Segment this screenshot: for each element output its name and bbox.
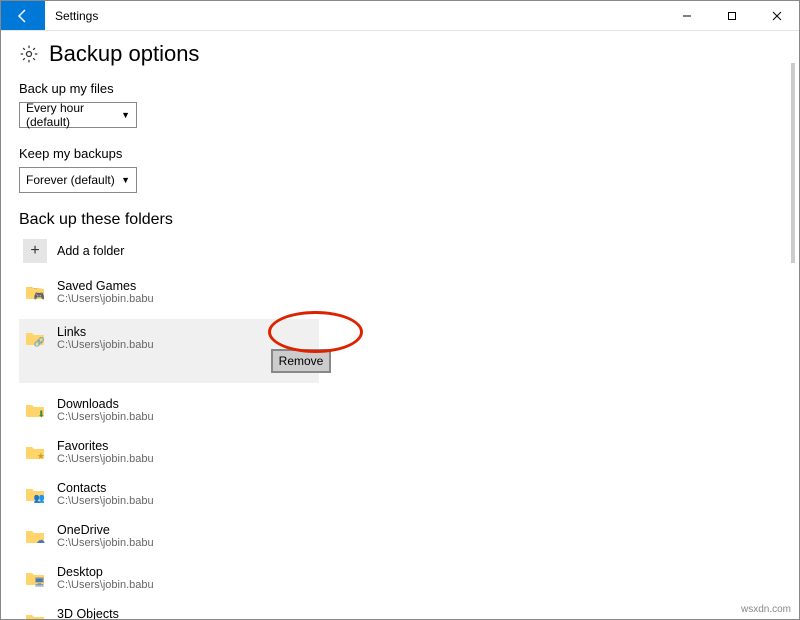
folder-icon: 🎮 (23, 280, 47, 304)
folder-row[interactable]: 🎮 Saved Games C:\Users\jobin.babu (19, 277, 319, 307)
folder-name: OneDrive (57, 523, 154, 537)
chevron-down-icon: ▼ (121, 175, 130, 185)
folder-row[interactable]: 🖥 Desktop C:\Users\jobin.babu (19, 563, 319, 593)
folder-path: C:\Users\jobin.babu (57, 495, 154, 507)
folders-heading: Back up these folders (19, 211, 799, 229)
content-area: Backup options Back up my files Every ho… (1, 31, 799, 619)
window-controls (664, 1, 799, 30)
back-button[interactable] (1, 1, 45, 30)
folder-icon: ▣ (23, 608, 47, 619)
folder-icon: ⬇ (23, 398, 47, 422)
folder-name: Links (57, 325, 154, 339)
add-folder-row[interactable]: + Add a folder (19, 237, 319, 265)
folder-icon: ☁ (23, 524, 47, 548)
scrollbar[interactable] (791, 63, 795, 263)
app-title: Settings (45, 1, 664, 30)
folder-row[interactable]: ☁ OneDrive C:\Users\jobin.babu (19, 521, 319, 551)
titlebar: Settings (1, 1, 799, 31)
folder-icon: 🔗 (23, 326, 47, 350)
watermark: wsxdn.com (741, 604, 791, 615)
folder-icon: ★ (23, 440, 47, 464)
gear-icon (19, 44, 39, 64)
folder-path: C:\Users\jobin.babu (57, 537, 154, 549)
backup-freq-dropdown[interactable]: Every hour (default) ▼ (19, 102, 137, 128)
folder-row[interactable]: ★ Favorites C:\Users\jobin.babu (19, 437, 319, 467)
annotation-circle (268, 311, 363, 353)
keep-backups-dropdown[interactable]: Forever (default) ▼ (19, 167, 137, 193)
keep-backups-value: Forever (default) (26, 173, 115, 187)
folder-name: Saved Games (57, 279, 154, 293)
folder-name: Favorites (57, 439, 154, 453)
folder-path: C:\Users\jobin.babu (57, 293, 154, 305)
folder-name: Contacts (57, 481, 154, 495)
page-title: Backup options (49, 41, 199, 67)
folder-path: C:\Users\jobin.babu (57, 579, 154, 591)
arrow-left-icon (15, 8, 31, 24)
page-header: Backup options (19, 41, 799, 67)
folder-row[interactable]: ⬇ Downloads C:\Users\jobin.babu (19, 395, 319, 425)
folder-path: C:\Users\jobin.babu (57, 411, 154, 423)
remove-button[interactable]: Remove (271, 349, 331, 373)
folder-path: C:\Users\jobin.babu (57, 453, 154, 465)
folder-icon: 👥 (23, 482, 47, 506)
folder-icon: 🖥 (23, 566, 47, 590)
folder-path: C:\Users\jobin.babu (57, 339, 154, 351)
folder-row-selected[interactable]: 🔗 Links C:\Users\jobin.babu Remove (19, 319, 319, 383)
backup-freq-label: Back up my files (19, 81, 799, 96)
add-folder-label: Add a folder (57, 244, 124, 258)
maximize-button[interactable] (709, 1, 754, 30)
plus-icon: + (23, 239, 47, 263)
chevron-down-icon: ▼ (121, 110, 130, 120)
folder-row[interactable]: ▣ 3D Objects C:\Users\jobin.babu (19, 605, 319, 619)
keep-backups-label: Keep my backups (19, 146, 799, 161)
folder-name: 3D Objects (57, 607, 154, 619)
folder-name: Desktop (57, 565, 154, 579)
minimize-button[interactable] (664, 1, 709, 30)
close-button[interactable] (754, 1, 799, 30)
backup-freq-value: Every hour (default) (26, 101, 121, 129)
folders-list: + Add a folder 🎮 Saved Games C:\Users\jo… (19, 237, 799, 619)
folder-row[interactable]: 👥 Contacts C:\Users\jobin.babu (19, 479, 319, 509)
folder-name: Downloads (57, 397, 154, 411)
